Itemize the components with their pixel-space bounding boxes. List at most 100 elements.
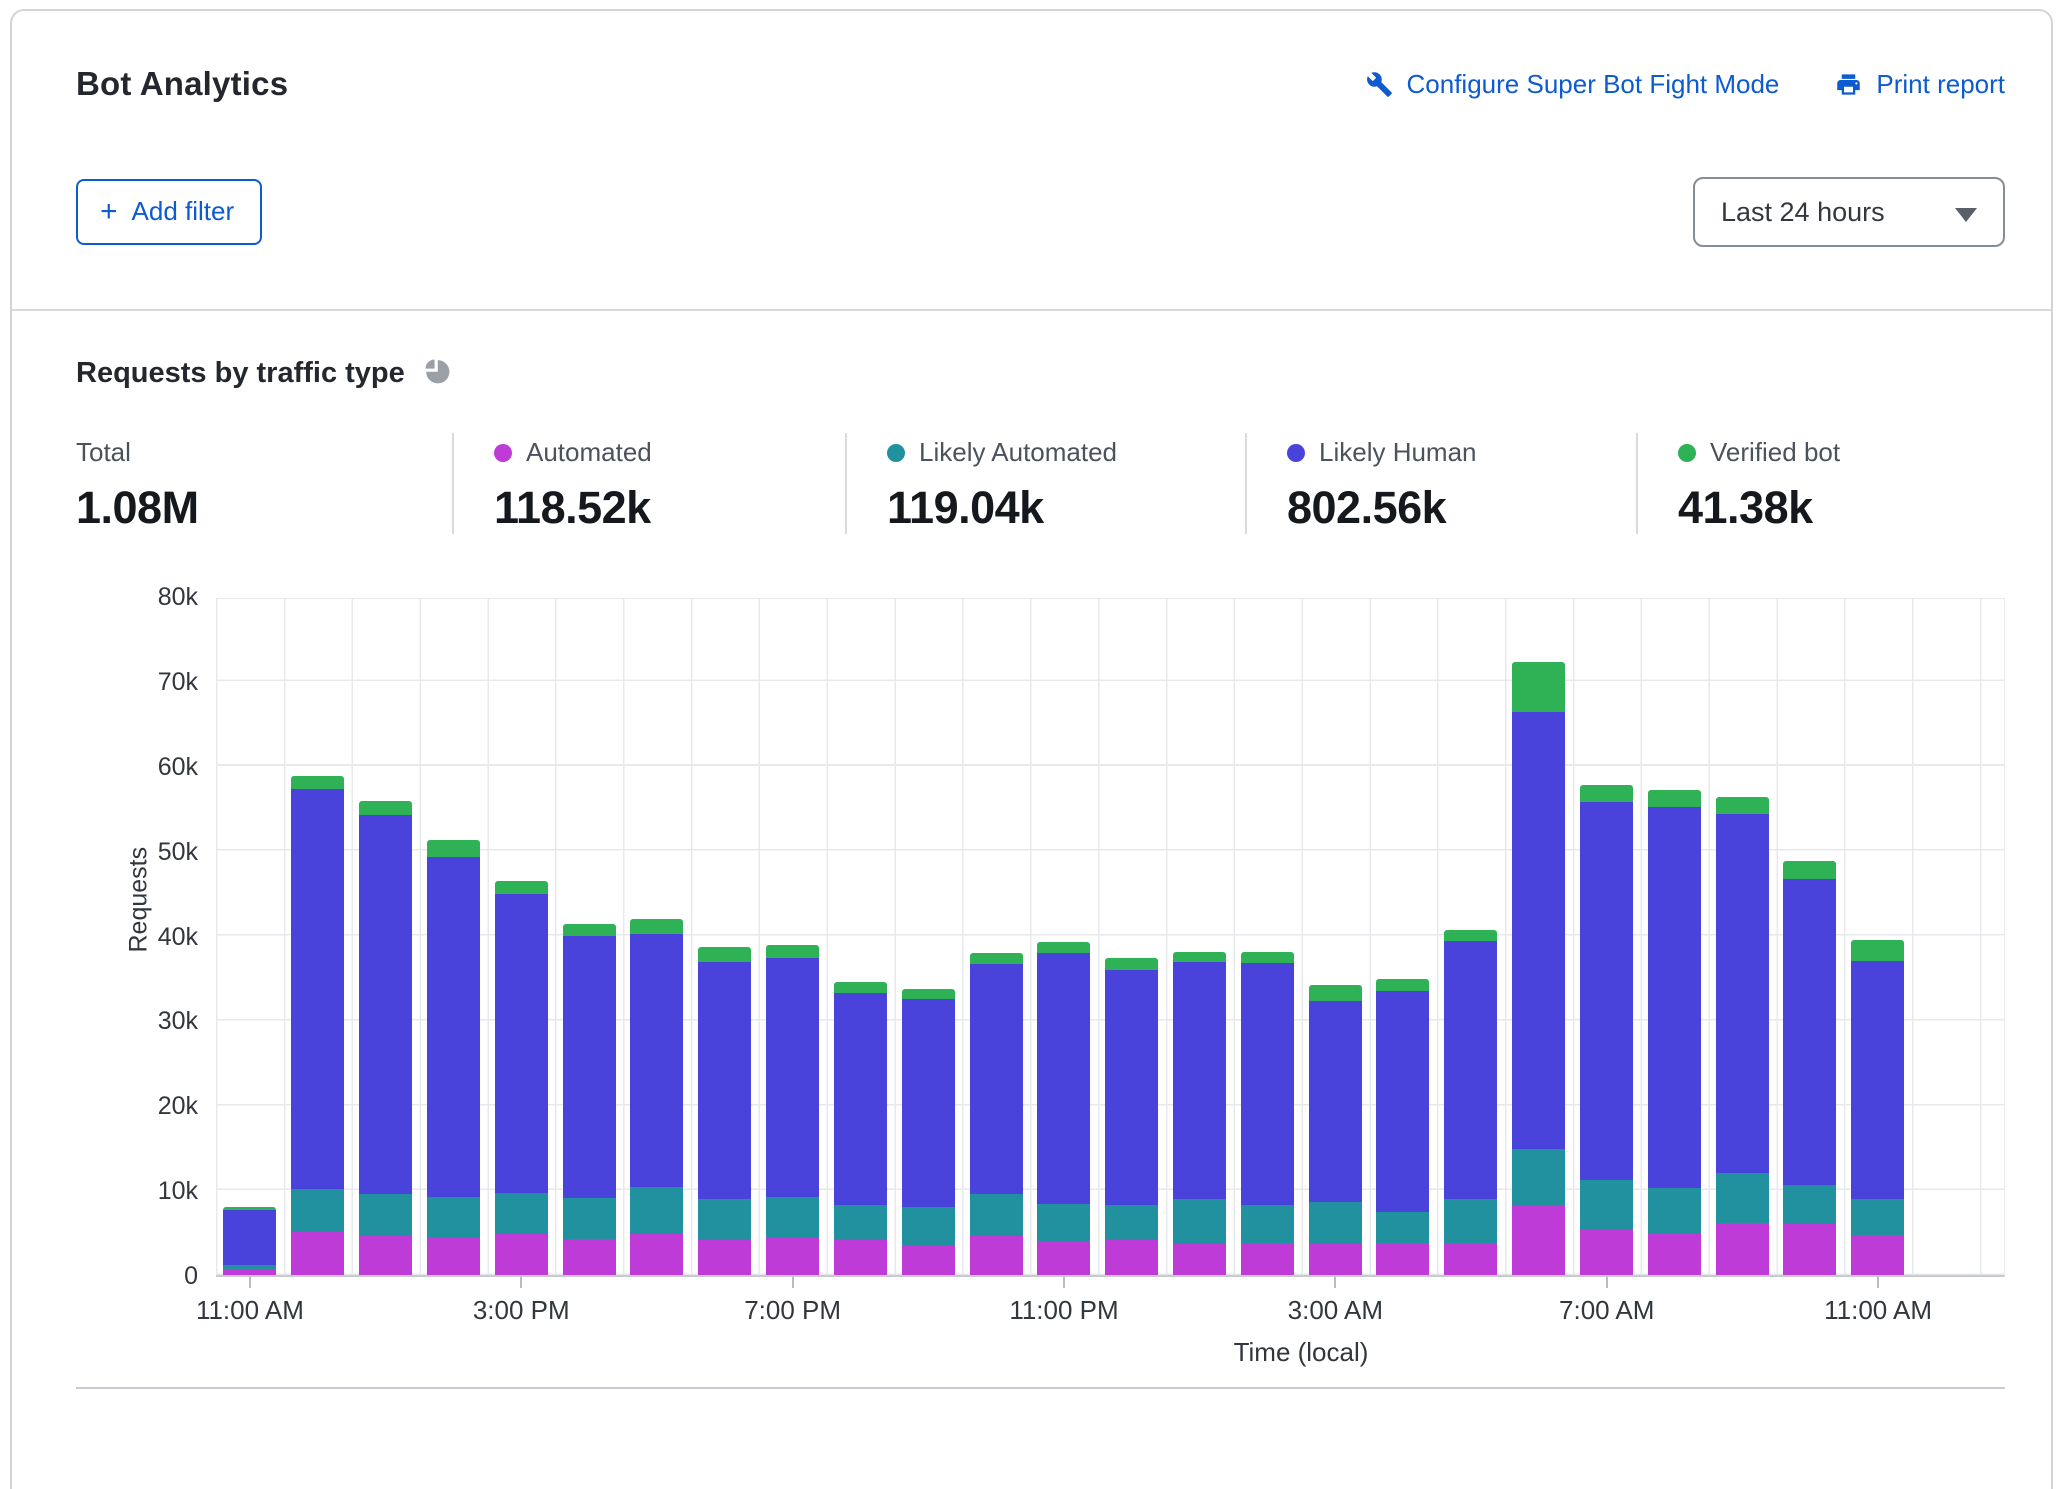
segment-likely-automated[interactable] xyxy=(495,1193,548,1235)
segment-automated[interactable] xyxy=(1037,1241,1090,1275)
segment-likely-automated[interactable] xyxy=(1783,1185,1836,1224)
segment-likely-automated[interactable] xyxy=(1376,1212,1429,1243)
segment-likely-automated[interactable] xyxy=(1037,1204,1090,1241)
segment-automated[interactable] xyxy=(970,1236,1023,1275)
segment-automated[interactable] xyxy=(291,1232,344,1275)
segment-verified-bot[interactable] xyxy=(834,982,887,993)
segment-likely-human[interactable] xyxy=(698,962,751,1199)
segment-likely-human[interactable] xyxy=(495,894,548,1193)
segment-automated[interactable] xyxy=(1241,1243,1294,1275)
segment-likely-automated[interactable] xyxy=(1716,1173,1769,1223)
segment-verified-bot[interactable] xyxy=(359,801,412,815)
segment-automated[interactable] xyxy=(223,1269,276,1275)
segment-likely-human[interactable] xyxy=(1309,1001,1362,1202)
bar-9-00-PM[interactable] xyxy=(902,989,955,1275)
segment-likely-automated[interactable] xyxy=(698,1199,751,1241)
segment-likely-human[interactable] xyxy=(1444,941,1497,1198)
segment-likely-human[interactable] xyxy=(1241,963,1294,1205)
segment-likely-automated[interactable] xyxy=(834,1205,887,1241)
segment-verified-bot[interactable] xyxy=(1037,942,1090,952)
segment-likely-human[interactable] xyxy=(291,789,344,1190)
segment-verified-bot[interactable] xyxy=(1173,952,1226,962)
bar-3-00-PM[interactable] xyxy=(495,881,548,1275)
segment-likely-automated[interactable] xyxy=(1444,1199,1497,1243)
bar-11-00-PM[interactable] xyxy=(1037,942,1090,1275)
segment-likely-human[interactable] xyxy=(834,993,887,1204)
segment-likely-human[interactable] xyxy=(766,958,819,1197)
segment-automated[interactable] xyxy=(1851,1235,1904,1275)
segment-likely-human[interactable] xyxy=(902,999,955,1207)
segment-verified-bot[interactable] xyxy=(1309,985,1362,1001)
segment-likely-automated[interactable] xyxy=(630,1187,683,1235)
segment-verified-bot[interactable] xyxy=(1716,797,1769,814)
segment-automated[interactable] xyxy=(1512,1206,1565,1275)
segment-verified-bot[interactable] xyxy=(1105,958,1158,970)
segment-verified-bot[interactable] xyxy=(563,924,616,937)
segment-automated[interactable] xyxy=(563,1239,616,1275)
segment-likely-automated[interactable] xyxy=(766,1197,819,1238)
segment-likely-human[interactable] xyxy=(1716,814,1769,1173)
segment-automated[interactable] xyxy=(1444,1243,1497,1275)
segment-likely-automated[interactable] xyxy=(1512,1149,1565,1206)
print-report-link[interactable]: Print report xyxy=(1835,69,2005,100)
bar-12-00-AM[interactable] xyxy=(1105,958,1158,1275)
bar-11-00-AM[interactable] xyxy=(223,1207,276,1275)
segment-verified-bot[interactable] xyxy=(766,945,819,958)
segment-verified-bot[interactable] xyxy=(698,947,751,962)
segment-automated[interactable] xyxy=(698,1240,751,1275)
segment-verified-bot[interactable] xyxy=(970,953,1023,963)
segment-automated[interactable] xyxy=(359,1236,412,1275)
segment-verified-bot[interactable] xyxy=(1376,979,1429,991)
bar-10-00-PM[interactable] xyxy=(970,953,1023,1275)
segment-likely-automated[interactable] xyxy=(1173,1199,1226,1243)
segment-verified-bot[interactable] xyxy=(1783,861,1836,879)
segment-automated[interactable] xyxy=(1376,1243,1429,1275)
segment-likely-human[interactable] xyxy=(1648,807,1701,1188)
segment-likely-human[interactable] xyxy=(223,1210,276,1265)
segment-verified-bot[interactable] xyxy=(1512,662,1565,712)
segment-automated[interactable] xyxy=(630,1234,683,1275)
bar-12-00-PM[interactable] xyxy=(291,776,344,1275)
segment-automated[interactable] xyxy=(1648,1233,1701,1275)
segment-likely-human[interactable] xyxy=(1580,802,1633,1180)
segment-likely-automated[interactable] xyxy=(291,1189,344,1231)
bar-2-00-AM[interactable] xyxy=(1241,952,1294,1275)
segment-verified-bot[interactable] xyxy=(1241,952,1294,963)
time-range-dropdown[interactable]: Last 24 hours xyxy=(1693,177,2005,247)
segment-automated[interactable] xyxy=(427,1238,480,1275)
bar-11-00-AM[interactable] xyxy=(1851,940,1904,1275)
bar-10-00-AM[interactable] xyxy=(1783,861,1836,1275)
bar-6-00-PM[interactable] xyxy=(698,947,751,1275)
bar-6-00-AM[interactable] xyxy=(1512,662,1565,1275)
segment-likely-automated[interactable] xyxy=(970,1194,1023,1236)
segment-automated[interactable] xyxy=(1309,1244,1362,1275)
segment-likely-automated[interactable] xyxy=(1309,1202,1362,1244)
segment-likely-human[interactable] xyxy=(359,815,412,1194)
segment-likely-automated[interactable] xyxy=(902,1207,955,1245)
segment-automated[interactable] xyxy=(902,1245,955,1275)
segment-verified-bot[interactable] xyxy=(1444,930,1497,941)
configure-super-bot-fight-mode-link[interactable]: Configure Super Bot Fight Mode xyxy=(1366,69,1780,100)
segment-likely-human[interactable] xyxy=(1037,953,1090,1204)
segment-automated[interactable] xyxy=(1105,1240,1158,1275)
segment-verified-bot[interactable] xyxy=(1648,790,1701,808)
segment-verified-bot[interactable] xyxy=(291,776,344,789)
segment-verified-bot[interactable] xyxy=(1851,940,1904,961)
segment-likely-human[interactable] xyxy=(1851,961,1904,1199)
segment-automated[interactable] xyxy=(1783,1224,1836,1275)
segment-likely-automated[interactable] xyxy=(1851,1199,1904,1235)
segment-likely-human[interactable] xyxy=(1105,970,1158,1204)
bar-4-00-AM[interactable] xyxy=(1376,979,1429,1275)
segment-automated[interactable] xyxy=(1173,1244,1226,1275)
add-filter-button[interactable]: + Add filter xyxy=(76,179,262,245)
segment-likely-human[interactable] xyxy=(1512,712,1565,1149)
segment-automated[interactable] xyxy=(495,1234,548,1275)
segment-likely-human[interactable] xyxy=(1376,991,1429,1213)
segment-likely-human[interactable] xyxy=(563,936,616,1197)
segment-likely-human[interactable] xyxy=(630,934,683,1187)
segment-verified-bot[interactable] xyxy=(495,881,548,894)
bar-5-00-PM[interactable] xyxy=(630,919,683,1275)
segment-automated[interactable] xyxy=(834,1240,887,1275)
segment-likely-automated[interactable] xyxy=(1648,1188,1701,1232)
segment-likely-automated[interactable] xyxy=(1105,1205,1158,1241)
